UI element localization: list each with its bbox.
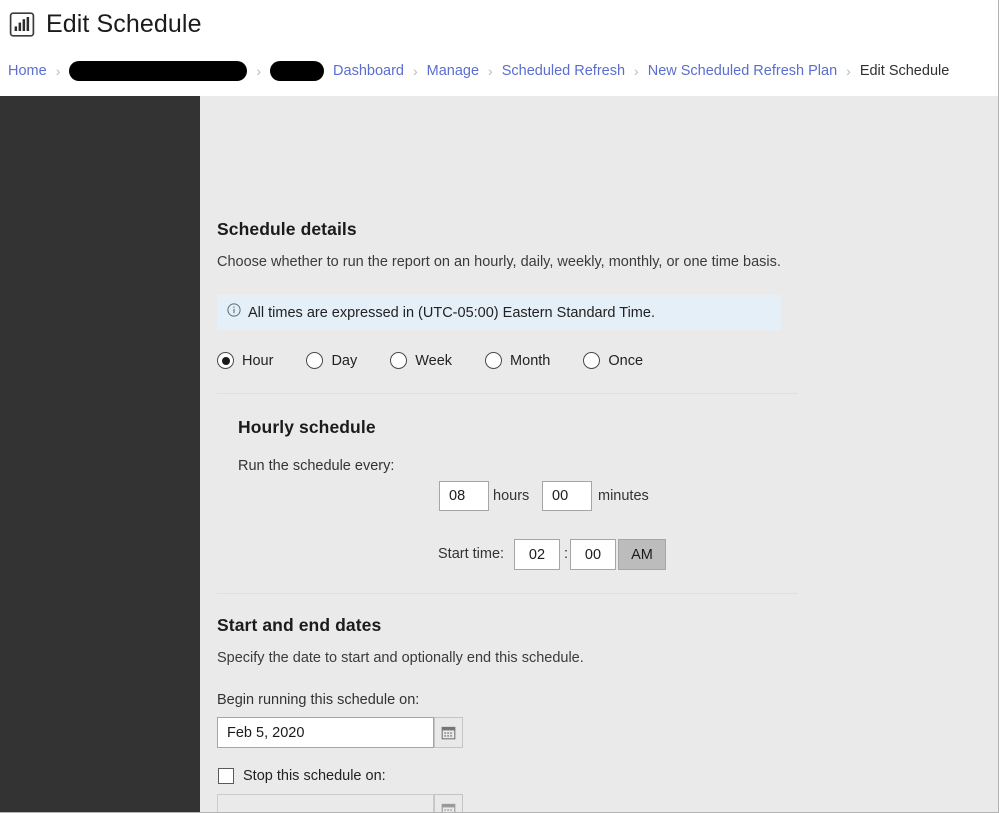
breadcrumb-separator: › xyxy=(256,63,262,79)
schedule-details-heading: Schedule details xyxy=(217,219,357,239)
timezone-info-bar: All times are expressed in (UTC-05:00) E… xyxy=(217,295,781,330)
page-header: Edit Schedule Home › › Dashboard › Manag… xyxy=(0,0,998,96)
page-title: Edit Schedule xyxy=(46,10,202,38)
start-end-dates-heading: Start and end dates xyxy=(217,615,382,635)
hourly-schedule-heading: Hourly schedule xyxy=(238,417,376,437)
breadcrumb-item-new-scheduled-refresh-plan[interactable]: New Scheduled Refresh Plan xyxy=(648,63,837,79)
breadcrumb-item-dashboard[interactable]: Dashboard xyxy=(333,63,404,79)
info-circle-icon xyxy=(227,303,248,322)
edit-schedule-page: Edit Schedule Home › › Dashboard › Manag… xyxy=(0,0,999,813)
checkbox-icon[interactable] xyxy=(218,768,234,784)
radio-month[interactable]: Month xyxy=(485,352,550,369)
radio-once-label: Once xyxy=(608,352,644,369)
left-sidebar xyxy=(0,96,200,812)
begin-date-calendar-button[interactable] xyxy=(434,717,463,748)
radio-mark-icon xyxy=(485,352,503,369)
radio-mark-icon xyxy=(306,352,324,369)
minutes-unit-label: minutes xyxy=(598,488,649,504)
radio-hour-label: Hour xyxy=(242,352,274,369)
radio-mark-icon xyxy=(583,352,601,369)
breadcrumb-item-home[interactable]: Home xyxy=(8,63,47,79)
breadcrumb-separator: › xyxy=(488,63,493,79)
breadcrumb-item-edit-schedule: Edit Schedule xyxy=(859,63,950,79)
start-time-label: Start time: xyxy=(438,546,505,562)
radio-month-label: Month xyxy=(510,352,551,369)
radio-mark-icon xyxy=(390,352,408,369)
radio-once[interactable]: Once xyxy=(583,352,643,369)
calendar-icon xyxy=(441,802,456,812)
schedule-details-subtitle: Choose whether to run the report on an h… xyxy=(217,254,781,270)
time-separator: : xyxy=(564,546,569,562)
stop-schedule-checkbox-row[interactable]: Stop this schedule on: xyxy=(218,768,386,784)
minutes-input[interactable] xyxy=(542,481,592,511)
end-date-input[interactable] xyxy=(217,794,434,812)
breadcrumb-separator: › xyxy=(846,63,851,79)
breadcrumb-item-redacted-2[interactable] xyxy=(270,61,325,81)
radio-day-label: Day xyxy=(331,352,358,369)
stop-schedule-label: Stop this schedule on: xyxy=(243,768,386,784)
title-row: Edit Schedule xyxy=(8,11,202,38)
begin-running-label: Begin running this schedule on: xyxy=(217,692,420,708)
report-bar-chart-icon xyxy=(8,11,36,38)
breadcrumb-separator: › xyxy=(412,63,418,79)
section-divider xyxy=(217,593,798,594)
radio-mark-icon xyxy=(217,352,234,369)
radio-hour[interactable]: Hour xyxy=(217,352,273,369)
breadcrumb-separator: › xyxy=(55,63,61,79)
main-content: Schedule details Choose whether to run t… xyxy=(200,96,998,812)
breadcrumb: Home › › Dashboard › Manage › Scheduled … xyxy=(8,61,949,81)
calendar-icon xyxy=(441,725,456,740)
timezone-info-text: All times are expressed in (UTC-05:00) E… xyxy=(248,304,655,321)
hours-unit-label: hours xyxy=(493,488,530,504)
start-hour-input[interactable] xyxy=(514,539,560,570)
radio-week-label: Week xyxy=(415,352,453,369)
radio-week[interactable]: Week xyxy=(390,352,452,369)
end-date-calendar-button[interactable] xyxy=(434,794,463,812)
begin-date-input[interactable] xyxy=(217,717,434,748)
meridiem-toggle-button[interactable]: AM xyxy=(618,539,666,570)
start-minute-input[interactable] xyxy=(570,539,616,570)
breadcrumb-item-scheduled-refresh[interactable]: Scheduled Refresh xyxy=(502,63,625,79)
hours-input[interactable] xyxy=(439,481,489,511)
run-every-label: Run the schedule every: xyxy=(238,458,395,474)
breadcrumb-item-redacted-1[interactable] xyxy=(69,61,248,81)
frequency-radio-group: Hour Day Week Month Once xyxy=(217,352,676,369)
radio-day[interactable]: Day xyxy=(306,352,357,369)
start-end-dates-subtitle: Specify the date to start and optionally… xyxy=(217,650,584,666)
section-divider xyxy=(217,393,798,394)
breadcrumb-separator: › xyxy=(634,63,639,79)
breadcrumb-item-manage[interactable]: Manage xyxy=(427,63,479,79)
